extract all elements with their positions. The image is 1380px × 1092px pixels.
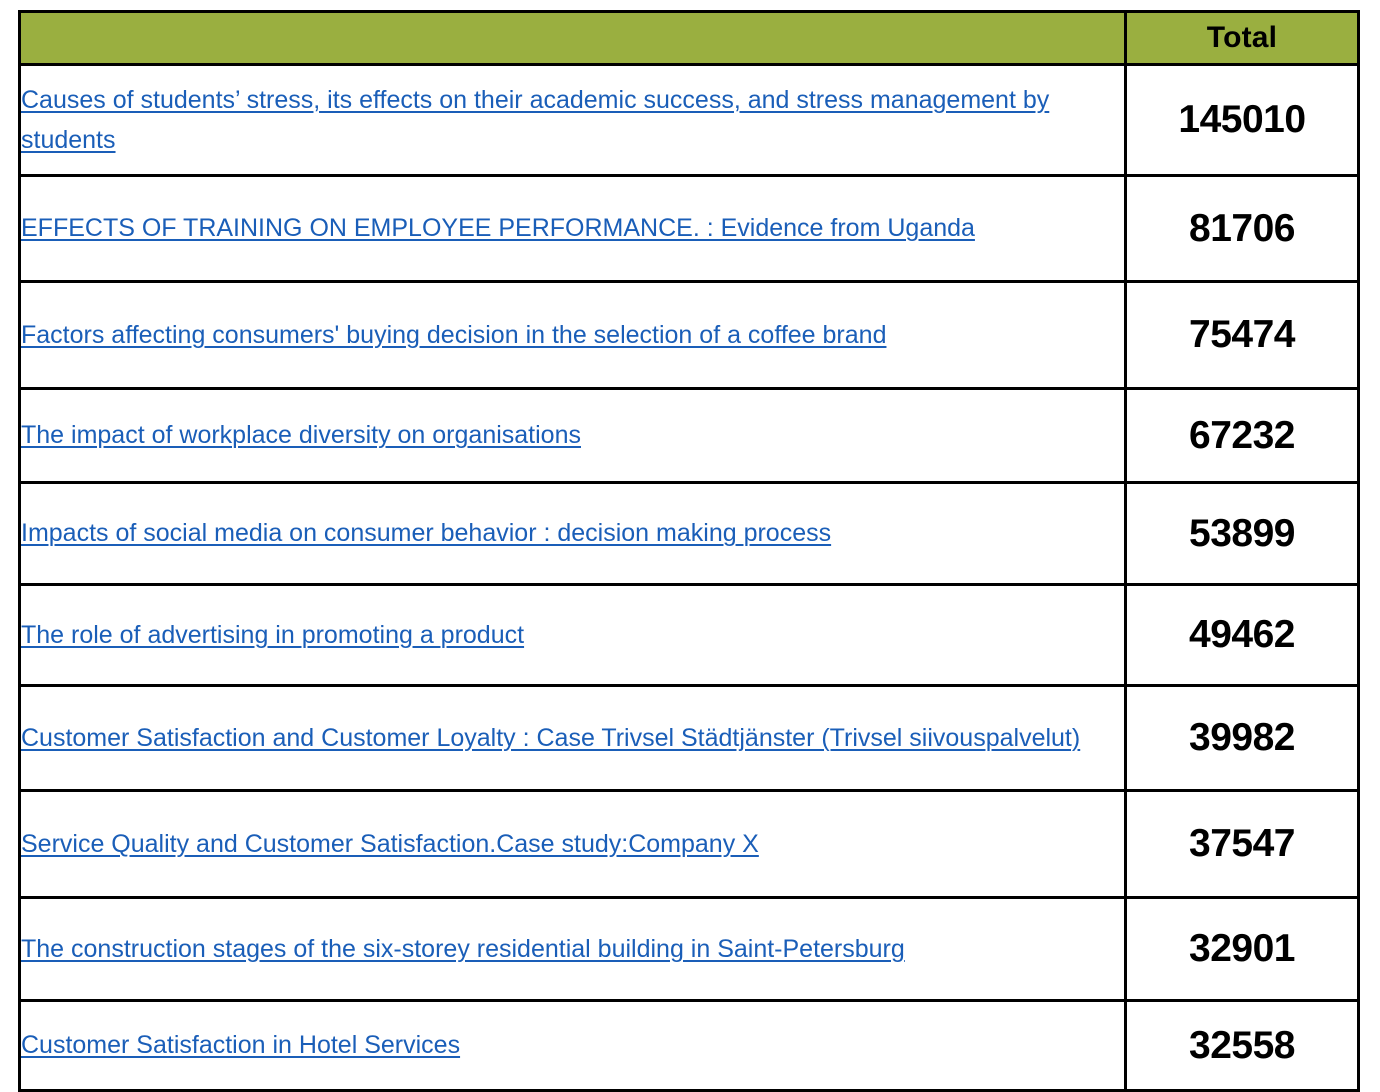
title-cell: The impact of workplace diversity on org… bbox=[18, 387, 1127, 484]
title-cell: Customer Satisfaction in Hotel Services bbox=[18, 999, 1127, 1092]
thesis-title-link[interactable]: Causes of students’ stress, its effects … bbox=[21, 86, 1049, 155]
total-cell: 145010 bbox=[1124, 63, 1360, 177]
total-cell: 75474 bbox=[1124, 280, 1360, 390]
title-cell: Impacts of social media on consumer beha… bbox=[18, 481, 1127, 586]
total-cell: 37547 bbox=[1124, 789, 1360, 899]
title-cell: The role of advertising in promoting a p… bbox=[18, 583, 1127, 687]
total-cell: 67232 bbox=[1124, 387, 1360, 484]
total-cell: 53899 bbox=[1124, 481, 1360, 586]
table-body: Causes of students’ stress, its effects … bbox=[18, 63, 1360, 1092]
table-header: Total bbox=[18, 10, 1360, 66]
total-value: 145010 bbox=[1178, 98, 1306, 141]
total-value: 32901 bbox=[1189, 927, 1295, 970]
total-cell: 39982 bbox=[1124, 684, 1360, 792]
thesis-title-link[interactable]: Service Quality and Customer Satisfactio… bbox=[21, 830, 759, 858]
title-cell: Causes of students’ stress, its effects … bbox=[18, 63, 1127, 177]
table-row: The construction stages of the six-store… bbox=[18, 896, 1360, 1002]
title-cell: Service Quality and Customer Satisfactio… bbox=[18, 789, 1127, 899]
table-row: The impact of workplace diversity on org… bbox=[18, 387, 1360, 484]
total-value: 53899 bbox=[1189, 511, 1295, 555]
header-cell-title bbox=[18, 10, 1127, 66]
thesis-title-link[interactable]: EFFECTS OF TRAINING ON EMPLOYEE PERFORMA… bbox=[21, 214, 975, 242]
total-cell: 81706 bbox=[1124, 174, 1360, 283]
total-cell: 49462 bbox=[1124, 583, 1360, 687]
table-row: Factors affecting consumers' buying deci… bbox=[18, 280, 1360, 390]
table-row: Customer Satisfaction and Customer Loyal… bbox=[18, 684, 1360, 792]
thesis-title-link[interactable]: Customer Satisfaction in Hotel Services bbox=[21, 1031, 460, 1059]
thesis-title-link[interactable]: Customer Satisfaction and Customer Loyal… bbox=[21, 724, 1080, 752]
total-value: 49462 bbox=[1189, 613, 1295, 656]
table-header-row: Total bbox=[18, 10, 1360, 66]
table-row: The role of advertising in promoting a p… bbox=[18, 583, 1360, 687]
total-value: 39982 bbox=[1189, 716, 1295, 759]
table-row: EFFECTS OF TRAINING ON EMPLOYEE PERFORMA… bbox=[18, 174, 1360, 283]
title-cell: The construction stages of the six-store… bbox=[18, 896, 1127, 1002]
page-root: Total Causes of students’ stress, its ef… bbox=[0, 0, 1380, 1092]
thesis-title-link[interactable]: Impacts of social media on consumer beha… bbox=[21, 519, 831, 547]
thesis-title-link[interactable]: The impact of workplace diversity on org… bbox=[21, 421, 581, 449]
total-value: 67232 bbox=[1189, 413, 1295, 457]
total-value: 37547 bbox=[1189, 822, 1295, 865]
thesis-title-link[interactable]: The construction stages of the six-store… bbox=[21, 935, 905, 963]
title-cell: Customer Satisfaction and Customer Loyal… bbox=[18, 684, 1127, 792]
header-cell-total: Total bbox=[1124, 10, 1360, 66]
header-total-label: Total bbox=[1206, 21, 1278, 54]
total-cell: 32558 bbox=[1124, 999, 1360, 1092]
table-row: Service Quality and Customer Satisfactio… bbox=[18, 789, 1360, 899]
total-value: 75474 bbox=[1189, 313, 1295, 356]
thesis-title-link[interactable]: Factors affecting consumers' buying deci… bbox=[21, 321, 886, 349]
title-cell: Factors affecting consumers' buying deci… bbox=[18, 280, 1127, 390]
total-value: 81706 bbox=[1189, 206, 1295, 250]
rankings-table-container: Total Causes of students’ stress, its ef… bbox=[18, 10, 1360, 1092]
total-value: 32558 bbox=[1189, 1023, 1295, 1067]
rankings-table: Total Causes of students’ stress, its ef… bbox=[18, 10, 1360, 1092]
table-row: Customer Satisfaction in Hotel Services … bbox=[18, 999, 1360, 1092]
thesis-title-link[interactable]: The role of advertising in promoting a p… bbox=[21, 621, 524, 649]
total-cell: 32901 bbox=[1124, 896, 1360, 1002]
table-row: Causes of students’ stress, its effects … bbox=[18, 63, 1360, 177]
table-row: Impacts of social media on consumer beha… bbox=[18, 481, 1360, 586]
title-cell: EFFECTS OF TRAINING ON EMPLOYEE PERFORMA… bbox=[18, 174, 1127, 283]
